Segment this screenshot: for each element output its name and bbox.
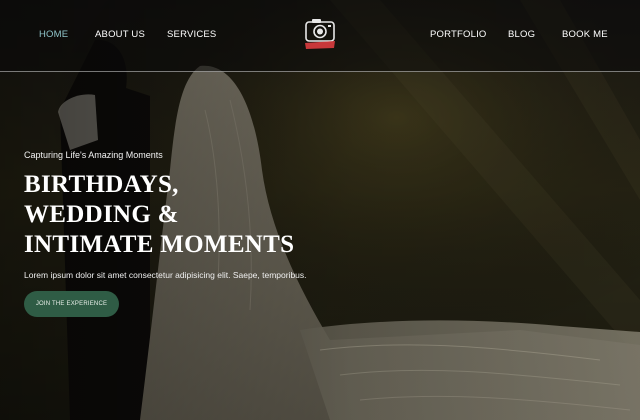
hero-headline: BIRTHDAYS, WEDDING & INTIMATE MOMENTS [24,170,344,260]
nav-link-services[interactable]: SERVICES [167,29,216,40]
headline-line: INTIMATE MOMENTS [24,231,295,258]
hero-description: Lorem ipsum dolor sit amet consectetur a… [24,270,307,280]
headline-line: BIRTHDAYS, [24,171,179,198]
nav-link-book-me[interactable]: BOOK ME [562,29,608,40]
camera-icon [305,19,335,49]
nav-link-portfolio[interactable]: PORTFOLIO [430,29,487,40]
nav-link-blog[interactable]: BLOG [508,29,535,40]
join-the-experience-button[interactable]: JOIN THE EXPERIENCE [24,291,119,317]
top-navigation-bar: HOME ABOUT US SERVICES PORTFOLIO BLOG BO… [0,0,640,72]
nav-link-about-us[interactable]: ABOUT US [95,29,145,40]
nav-link-home[interactable]: HOME [39,29,68,40]
headline-line: WEDDING & [24,201,179,228]
site-logo[interactable] [302,17,338,51]
hero-tagline: Capturing Life's Amazing Moments [24,150,163,160]
